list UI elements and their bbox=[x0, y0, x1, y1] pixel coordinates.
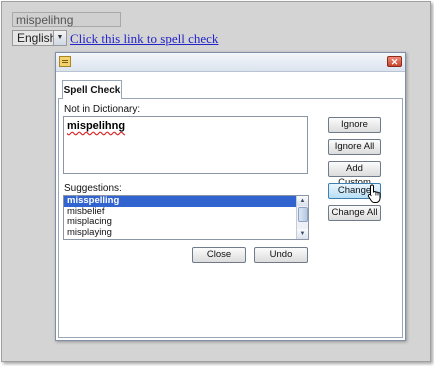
chevron-down-icon[interactable]: ▼ bbox=[53, 31, 66, 45]
scroll-down-icon[interactable]: ▼ bbox=[297, 229, 308, 239]
language-select-value: English bbox=[17, 31, 57, 45]
undo-button[interactable]: Undo bbox=[254, 247, 308, 263]
change-all-button[interactable]: Change All bbox=[328, 205, 381, 221]
text-input[interactable]: mispelihng bbox=[12, 12, 121, 27]
misspelled-word: mispelihng bbox=[67, 120, 126, 132]
list-item[interactable]: misplacing bbox=[64, 216, 308, 228]
spell-check-link[interactable]: Click this link to spell check bbox=[70, 31, 218, 47]
close-icon[interactable]: ✕ bbox=[387, 56, 402, 67]
scrollbar[interactable]: ▲ ▼ bbox=[296, 196, 308, 239]
suggestions-label: Suggestions: bbox=[64, 183, 122, 194]
scroll-up-icon[interactable]: ▲ bbox=[297, 196, 308, 206]
add-custom-button[interactable]: Add Custom bbox=[328, 161, 381, 188]
close-button[interactable]: Close bbox=[192, 247, 246, 263]
spell-check-dialog: ✕ Spell Check Not in Dictionary: mispeli… bbox=[55, 52, 406, 341]
ignore-all-button[interactable]: Ignore All bbox=[328, 139, 381, 155]
not-in-dictionary-label: Not in Dictionary: bbox=[64, 104, 141, 115]
hand-pointer-icon bbox=[367, 184, 381, 203]
dialog-titlebar: ✕ bbox=[56, 53, 405, 72]
ignore-button[interactable]: Ignore bbox=[328, 117, 381, 133]
not-in-dictionary-field[interactable]: mispelihng bbox=[63, 116, 308, 174]
language-select[interactable]: English ▼ bbox=[12, 30, 67, 46]
scroll-thumb[interactable] bbox=[298, 207, 308, 222]
tab-spell-check[interactable]: Spell Check bbox=[62, 80, 122, 99]
suggestions-list[interactable]: misspelling misbelief misplacing misplay… bbox=[63, 195, 309, 240]
notepad-icon bbox=[59, 56, 71, 67]
list-item[interactable]: misspelling bbox=[64, 196, 308, 207]
list-item[interactable]: misplaying bbox=[64, 227, 308, 239]
